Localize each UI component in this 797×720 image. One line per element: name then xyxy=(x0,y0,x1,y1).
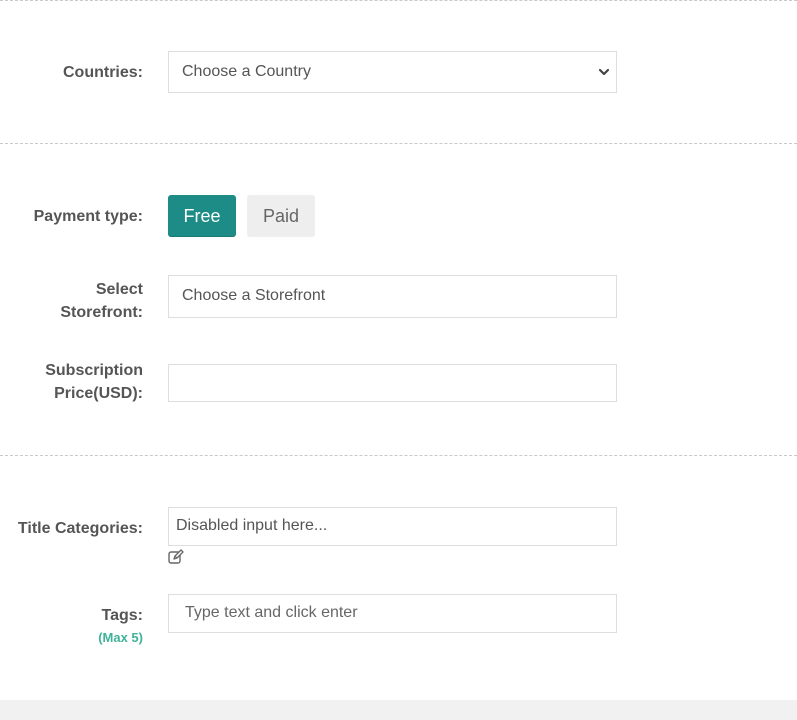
countries-label: Countries: xyxy=(63,64,143,81)
chevron-down-icon xyxy=(598,68,610,76)
edit-icon[interactable] xyxy=(168,549,184,564)
countries-select-value: Choose a Country xyxy=(182,63,311,80)
tags-placeholder: Type text and click enter xyxy=(185,604,358,621)
divider-1 xyxy=(0,143,797,144)
subscription-price-label: Subscription Price(USD): xyxy=(45,359,143,405)
subscription-price-input[interactable] xyxy=(168,364,617,402)
title-categories-input[interactable]: Disabled input here... xyxy=(168,507,617,546)
storefront-label: Select Storefront: xyxy=(60,278,143,324)
subscription-price-label-line2: Price(USD): xyxy=(54,385,143,402)
storefront-label-line2: Storefront: xyxy=(60,304,143,321)
subscription-price-label-line1: Subscription xyxy=(45,362,143,379)
tags-max-note: (Max 5) xyxy=(98,630,143,645)
payment-free-button[interactable]: Free xyxy=(168,195,236,237)
storefront-select[interactable]: Choose a Storefront xyxy=(168,275,617,318)
storefront-select-value: Choose a Storefront xyxy=(182,287,326,304)
title-categories-label: Title Categories: xyxy=(17,520,143,537)
payment-type-label: Payment type: xyxy=(33,208,143,225)
tags-input[interactable]: Type text and click enter xyxy=(168,594,617,633)
tags-label: Tags: xyxy=(101,607,143,624)
title-categories-placeholder: Disabled input here... xyxy=(176,517,328,534)
storefront-label-line1: Select xyxy=(95,281,143,298)
payment-paid-button[interactable]: Paid xyxy=(247,195,315,237)
countries-select[interactable]: Choose a Country xyxy=(168,51,617,93)
divider-top xyxy=(0,0,797,1)
divider-2 xyxy=(0,455,797,456)
footer-band xyxy=(0,700,797,720)
